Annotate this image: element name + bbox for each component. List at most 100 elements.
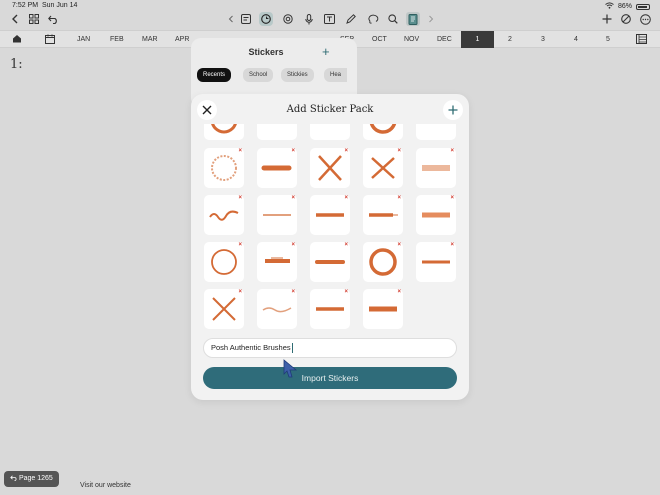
sticker-tile[interactable]	[363, 124, 403, 140]
sticker-tile[interactable]	[257, 124, 297, 140]
sticker-grid: × × × × × × × × × × × × × × × × × × ×	[191, 124, 469, 330]
remove-icon[interactable]: ×	[344, 195, 348, 201]
document-icon[interactable]	[406, 12, 420, 26]
remove-icon[interactable]: ×	[291, 289, 295, 295]
sticker-tile[interactable]: ×	[257, 289, 297, 329]
remove-icon[interactable]: ×	[238, 242, 242, 248]
remove-icon[interactable]: ×	[450, 242, 454, 248]
pen-icon[interactable]	[344, 12, 358, 26]
remove-icon[interactable]: ×	[291, 195, 295, 201]
month-tab-dec[interactable]: DEC	[437, 36, 452, 43]
remove-icon[interactable]: ×	[238, 289, 242, 295]
month-tab-nov[interactable]: NOV	[404, 36, 419, 43]
text-box-icon[interactable]	[322, 12, 336, 26]
sticker-tile[interactable]: ×	[416, 148, 456, 188]
remove-icon[interactable]: ×	[344, 148, 348, 154]
sticker-tile[interactable]: ×	[257, 242, 297, 282]
month-tab-mar[interactable]: MAR	[142, 36, 158, 43]
tab-school[interactable]: School	[243, 68, 274, 82]
sticker-tile[interactable]: ×	[363, 242, 403, 282]
grid-icon[interactable]	[27, 12, 41, 26]
status-bar: 7:52 PM Sun Jun 14 86%	[0, 0, 660, 10]
sticker-tile[interactable]: ×	[310, 195, 350, 235]
remove-icon[interactable]: ×	[238, 148, 242, 154]
week-tab-1[interactable]: 1	[461, 31, 494, 48]
sticker-icon[interactable]	[259, 12, 273, 26]
remove-icon[interactable]: ×	[238, 195, 242, 201]
sticker-tile[interactable]: ×	[204, 242, 244, 282]
page-back-icon	[10, 475, 19, 482]
search-icon[interactable]	[386, 12, 400, 26]
add-button[interactable]	[443, 100, 463, 120]
list-icon[interactable]	[636, 34, 647, 46]
add-sticker-icon[interactable]: +	[322, 44, 330, 59]
tab-health[interactable]: Hea	[324, 68, 348, 82]
text-caret	[291, 343, 293, 354]
note-icon[interactable]	[239, 12, 253, 26]
home-icon[interactable]	[12, 34, 22, 45]
sticker-tile[interactable]: ×	[416, 242, 456, 282]
page-line-number: 1:	[10, 57, 23, 72]
add-icon[interactable]	[600, 12, 614, 26]
month-tab-oct[interactable]: OCT	[372, 36, 387, 43]
month-tab-apr[interactable]: APR	[175, 36, 189, 43]
remove-icon[interactable]: ×	[397, 289, 401, 295]
sticker-tile[interactable]: ×	[257, 195, 297, 235]
remove-icon[interactable]: ×	[344, 242, 348, 248]
plus-icon	[448, 105, 458, 115]
sticker-tile[interactable]: ×	[363, 195, 403, 235]
chevron-right-icon[interactable]	[424, 12, 438, 26]
remove-icon[interactable]: ×	[450, 195, 454, 201]
stickers-panel-title: Stickers	[248, 47, 284, 57]
calendar-icon[interactable]	[45, 34, 55, 46]
month-tab-jan[interactable]: JAN	[77, 36, 90, 43]
at-sign-icon[interactable]	[281, 12, 295, 26]
back-chevron-icon[interactable]	[8, 12, 22, 26]
remove-icon[interactable]: ×	[291, 242, 295, 248]
undo-icon[interactable]	[46, 12, 60, 26]
sticker-tile[interactable]	[416, 124, 456, 140]
week-tab-3[interactable]: 3	[541, 36, 545, 43]
tab-stickies[interactable]: Stickies	[281, 68, 314, 82]
sticker-tile[interactable]: ×	[310, 242, 350, 282]
sticker-tile[interactable]: ×	[204, 195, 244, 235]
page-badge[interactable]: Page 1265	[4, 471, 59, 487]
add-sticker-pack-dialog: Add Sticker Pack × × × × × × × × × × × ×…	[191, 94, 469, 400]
pack-name-input[interactable]: Posh Authentic Brushes	[203, 338, 457, 358]
page-label: Page 1265	[18, 475, 53, 482]
remove-icon[interactable]: ×	[397, 242, 401, 248]
remove-icon[interactable]: ×	[344, 289, 348, 295]
month-tab-feb[interactable]: FEB	[110, 36, 124, 43]
dialog-title: Add Sticker Pack	[286, 104, 374, 115]
sticker-tile[interactable]	[310, 124, 350, 140]
remove-icon[interactable]: ×	[450, 148, 454, 154]
remove-icon[interactable]: ×	[397, 195, 401, 201]
sticker-tile[interactable]: ×	[204, 148, 244, 188]
sticker-tile[interactable]: ×	[416, 195, 456, 235]
more-icon[interactable]	[638, 12, 652, 26]
week-tab-5[interactable]: 5	[606, 36, 610, 43]
no-entry-icon[interactable]	[619, 12, 633, 26]
remove-icon[interactable]: ×	[291, 148, 295, 154]
sticker-tile[interactable]: ×	[310, 289, 350, 329]
visit-website-link[interactable]: Visit our website	[80, 482, 131, 489]
sticker-tile[interactable]: ×	[257, 148, 297, 188]
sticker-tile[interactable]: ×	[310, 148, 350, 188]
sticker-tile[interactable]: ×	[363, 289, 403, 329]
week-tab-2[interactable]: 2	[508, 36, 512, 43]
battery-icon	[636, 3, 650, 10]
status-time-date: 7:52 PM Sun Jun 14	[12, 2, 78, 9]
chevron-left-icon[interactable]	[224, 12, 238, 26]
top-toolbar	[0, 10, 660, 28]
remove-icon[interactable]: ×	[397, 148, 401, 154]
tab-recents[interactable]: Recents	[197, 68, 232, 82]
pointer-cursor-icon	[282, 358, 302, 385]
import-stickers-button[interactable]: Import Stickers	[203, 367, 457, 389]
footer: Page 1265 Visit our website	[0, 470, 660, 495]
microphone-icon[interactable]	[302, 12, 316, 26]
week-tab-4[interactable]: 4	[574, 36, 578, 43]
sticker-tile[interactable]: ×	[204, 289, 244, 329]
lasso-icon[interactable]	[366, 12, 380, 26]
sticker-tile[interactable]: ×	[363, 148, 403, 188]
sticker-tile[interactable]	[204, 124, 244, 140]
